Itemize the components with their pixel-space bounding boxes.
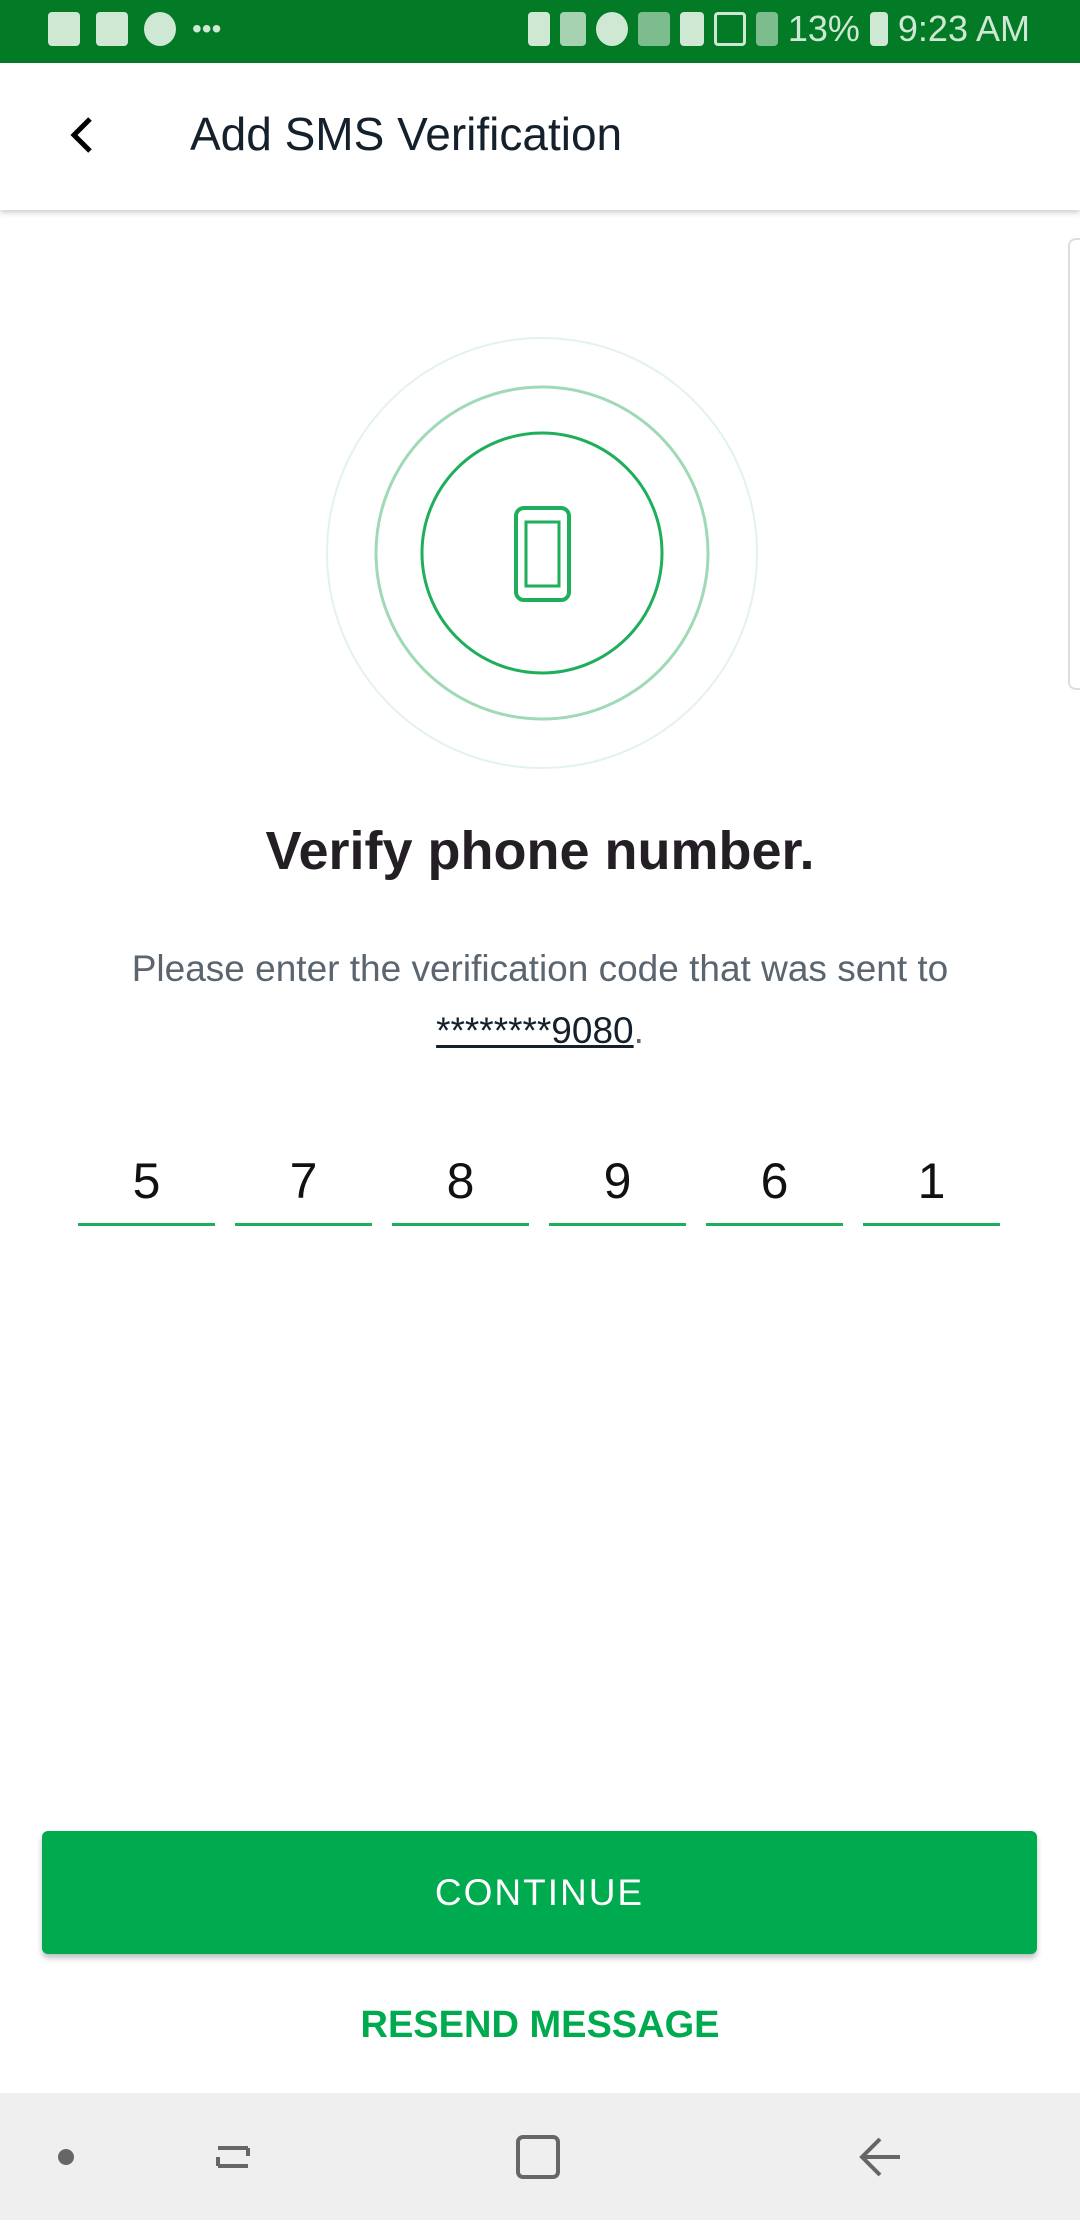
nav-dot-icon [58, 2149, 74, 2165]
back-nav-icon [859, 2137, 900, 2177]
verification-code-input[interactable]: 5 7 8 9 6 1 [78, 1145, 1000, 1226]
app-bar: Add SMS Verification [0, 63, 1080, 210]
recent-apps-icon [216, 2146, 250, 2168]
masked-phone-number: ********9080 [436, 1010, 634, 1051]
code-digit-3[interactable]: 8 [392, 1145, 529, 1226]
phone-icon [514, 506, 571, 602]
back-arrow-icon [70, 117, 92, 153]
continue-button[interactable]: CONTINUE [42, 1831, 1037, 1954]
message-text: Please enter the verification code that … [131, 948, 949, 989]
navigation-bar [0, 2093, 1080, 2220]
page-title: Add SMS Verification [190, 108, 623, 160]
code-digit-6[interactable]: 1 [863, 1145, 1000, 1226]
code-digit-5[interactable]: 6 [706, 1145, 843, 1226]
verify-heading: Verify phone number. [265, 821, 815, 881]
code-digit-2[interactable]: 7 [235, 1145, 372, 1226]
home-icon [516, 2135, 560, 2179]
verify-message: Please enter the verification code that … [100, 938, 980, 1062]
back-button[interactable] [52, 105, 112, 165]
message-suffix: . [633, 1010, 644, 1051]
resend-message-button[interactable]: RESEND MESSAGE [0, 2004, 1080, 2047]
code-digit-4[interactable]: 9 [549, 1145, 686, 1226]
code-digit-1[interactable]: 5 [78, 1145, 215, 1226]
